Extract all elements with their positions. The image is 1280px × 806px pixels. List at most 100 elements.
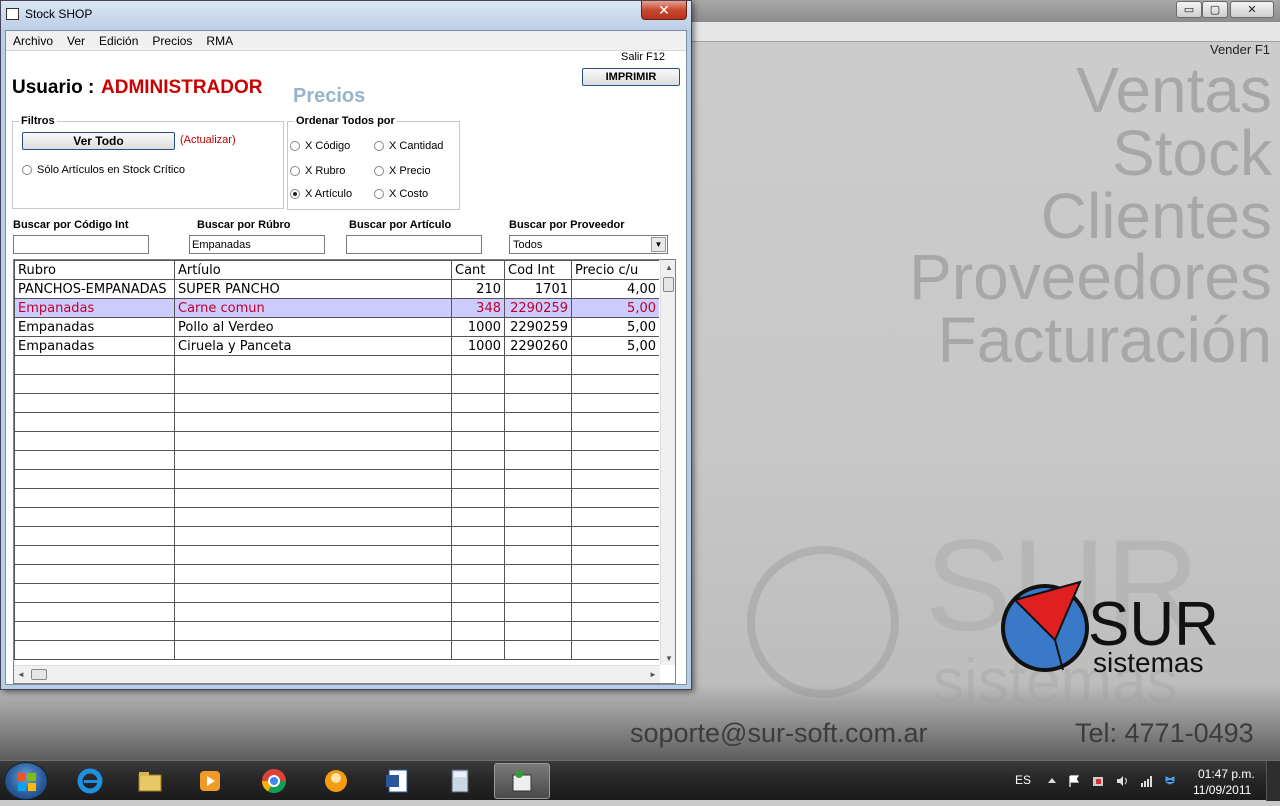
empty-cell[interactable] <box>174 640 452 660</box>
empty-cell[interactable] <box>571 450 659 470</box>
empty-cell[interactable] <box>14 374 175 394</box>
order-precio-radio[interactable] <box>374 166 384 176</box>
cell-cod-int[interactable]: 1701 <box>504 279 572 299</box>
empty-table-row[interactable] <box>14 393 659 413</box>
clock-date[interactable]: 11/09/2011 <box>1193 783 1251 797</box>
table-row-selected[interactable]: Empanadas Carne comun 348 2290259 5,00 <box>14 298 659 318</box>
order-rubro-radio[interactable] <box>290 166 300 176</box>
scroll-down-icon[interactable]: ▼ <box>661 651 675 665</box>
scroll-left-icon[interactable]: ◄ <box>14 666 28 683</box>
empty-cell[interactable] <box>174 583 452 603</box>
menu-precios[interactable]: Precios <box>145 34 199 48</box>
empty-cell[interactable] <box>174 431 452 451</box>
empty-cell[interactable] <box>174 393 452 413</box>
empty-cell[interactable] <box>504 374 572 394</box>
empty-cell[interactable] <box>504 450 572 470</box>
empty-cell[interactable] <box>451 526 505 546</box>
empty-cell[interactable] <box>451 469 505 489</box>
table-row[interactable]: PANCHOS-EMPANADAS SUPER PANCHO 210 1701 … <box>14 279 659 299</box>
scroll-right-icon[interactable]: ► <box>646 666 660 683</box>
close-button[interactable]: ✕ <box>1230 1 1274 18</box>
empty-cell[interactable] <box>451 640 505 660</box>
order-by-cantidad[interactable]: X Cantidad <box>374 140 443 152</box>
menu-edicion[interactable]: Edición <box>92 34 145 48</box>
empty-cell[interactable] <box>451 412 505 432</box>
empty-cell[interactable] <box>14 640 175 660</box>
empty-cell[interactable] <box>571 583 659 603</box>
empty-table-row[interactable] <box>14 374 659 394</box>
empty-cell[interactable] <box>14 488 175 508</box>
empty-cell[interactable] <box>451 355 505 375</box>
empty-cell[interactable] <box>451 393 505 413</box>
column-header-precio[interactable]: Precio c/u <box>571 260 659 280</box>
taskbar-calculator[interactable] <box>432 763 488 799</box>
order-codigo-radio[interactable] <box>290 141 300 151</box>
empty-cell[interactable] <box>504 602 572 622</box>
empty-cell[interactable] <box>504 526 572 546</box>
stock-close-button[interactable]: ✕ <box>641 1 687 20</box>
network-icon[interactable] <box>1139 774 1153 788</box>
taskbar-stock-app[interactable] <box>494 763 550 799</box>
cell-cant[interactable]: 1000 <box>451 317 505 337</box>
empty-cell[interactable] <box>174 621 452 641</box>
imprimir-button[interactable]: IMPRIMIR <box>582 68 680 86</box>
empty-cell[interactable] <box>14 564 175 584</box>
empty-cell[interactable] <box>451 583 505 603</box>
actualizar-link[interactable]: (Actualizar) <box>180 134 236 146</box>
empty-cell[interactable] <box>174 374 452 394</box>
empty-cell[interactable] <box>451 545 505 565</box>
empty-cell[interactable] <box>571 602 659 622</box>
ver-todo-button[interactable]: Ver Todo <box>22 132 175 150</box>
empty-cell[interactable] <box>504 507 572 527</box>
vertical-scroll-thumb[interactable] <box>663 277 674 292</box>
empty-cell[interactable] <box>174 488 452 508</box>
empty-cell[interactable] <box>571 374 659 394</box>
cell-cant[interactable]: 210 <box>451 279 505 299</box>
language-indicator[interactable]: ES <box>1015 773 1031 787</box>
empty-cell[interactable] <box>14 393 175 413</box>
cell-articulo[interactable]: Pollo al Verdeo <box>174 317 452 337</box>
empty-table-row[interactable] <box>14 621 659 641</box>
menu-rma[interactable]: RMA <box>199 34 240 48</box>
empty-cell[interactable] <box>504 488 572 508</box>
menu-archivo[interactable]: Archivo <box>6 34 60 48</box>
empty-cell[interactable] <box>174 602 452 622</box>
empty-cell[interactable] <box>14 412 175 432</box>
tray-expand-icon[interactable] <box>1045 774 1059 788</box>
empty-table-row[interactable] <box>14 507 659 527</box>
empty-table-row[interactable] <box>14 564 659 584</box>
cell-cod-int[interactable]: 2290259 <box>504 298 572 318</box>
column-header-articulo[interactable]: Artíulo <box>174 260 452 280</box>
volume-icon[interactable] <box>1115 774 1129 788</box>
taskbar-messenger[interactable] <box>308 763 364 799</box>
empty-cell[interactable] <box>14 431 175 451</box>
empty-cell[interactable] <box>14 621 175 641</box>
empty-cell[interactable] <box>504 640 572 660</box>
cell-rubro[interactable]: Empanadas <box>14 298 175 318</box>
order-cantidad-radio[interactable] <box>374 141 384 151</box>
empty-cell[interactable] <box>571 488 659 508</box>
table-row[interactable]: Empanadas Ciruela y Panceta 1000 2290260… <box>14 336 659 356</box>
empty-table-row[interactable] <box>14 355 659 375</box>
empty-table-row[interactable] <box>14 469 659 489</box>
order-by-precio[interactable]: X Precio <box>374 165 431 177</box>
empty-cell[interactable] <box>451 431 505 451</box>
empty-cell[interactable] <box>451 488 505 508</box>
empty-table-row[interactable] <box>14 602 659 622</box>
proveedor-select[interactable]: Todos ▼ <box>509 235 668 254</box>
empty-cell[interactable] <box>14 545 175 565</box>
cell-articulo[interactable]: Carne comun <box>174 298 452 318</box>
empty-cell[interactable] <box>571 564 659 584</box>
empty-cell[interactable] <box>504 412 572 432</box>
empty-cell[interactable] <box>571 431 659 451</box>
empty-cell[interactable] <box>571 507 659 527</box>
empty-table-row[interactable] <box>14 431 659 451</box>
empty-table-row[interactable] <box>14 412 659 432</box>
table-row[interactable]: Empanadas Pollo al Verdeo 1000 2290259 5… <box>14 317 659 337</box>
empty-cell[interactable] <box>504 621 572 641</box>
menu-stock[interactable]: Stock <box>1112 121 1272 185</box>
cell-rubro[interactable]: PANCHOS-EMPANADAS <box>14 279 175 299</box>
column-header-rubro[interactable]: Rubro <box>14 260 175 280</box>
stock-critico-radio[interactable] <box>22 165 32 175</box>
empty-cell[interactable] <box>174 564 452 584</box>
